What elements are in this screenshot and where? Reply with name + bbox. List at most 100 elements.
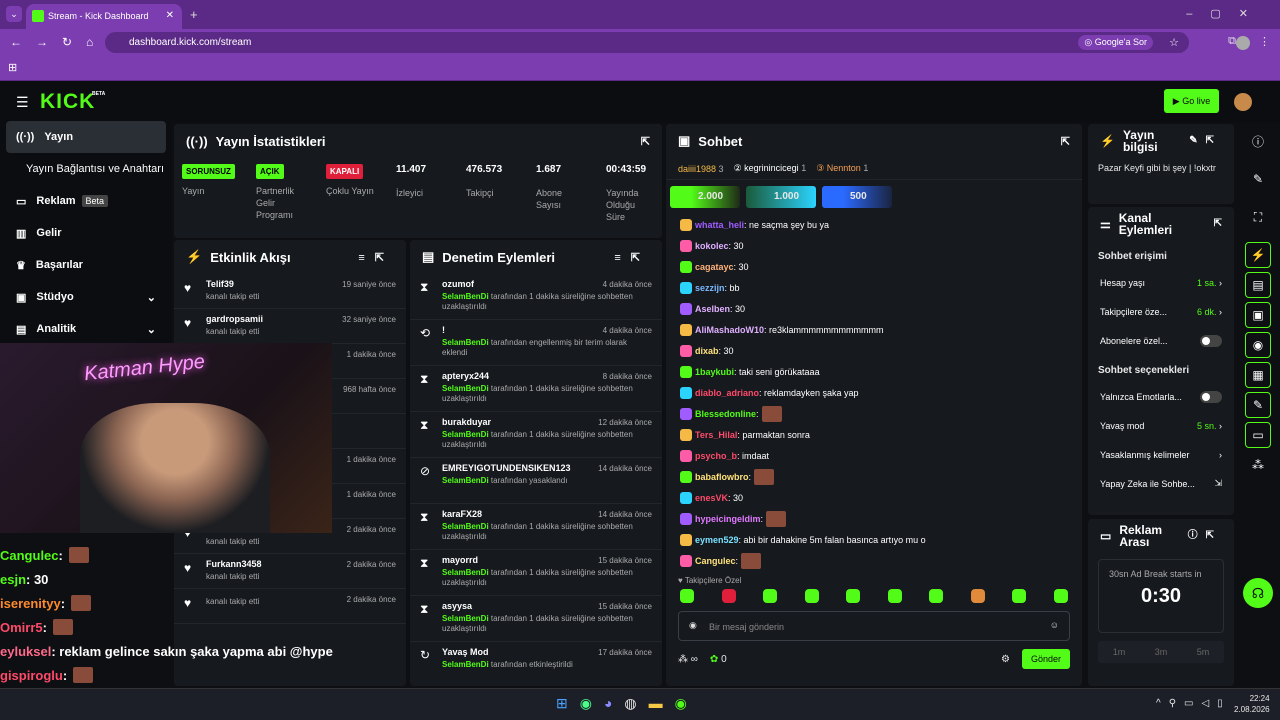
chat-username[interactable]: Blessedonline	[695, 409, 756, 419]
settings-gear-icon[interactable]: ⚙	[1001, 654, 1010, 665]
chat-message[interactable]: kokolec: 30	[666, 235, 1082, 256]
chat-username[interactable]: enesVK	[695, 493, 728, 503]
user-avatar[interactable]	[1234, 93, 1252, 111]
emote-only-row[interactable]: Yalnızca Emotlarla...	[1088, 382, 1234, 411]
sidebar-item-basarilar[interactable]: ♛ Başarılar	[0, 249, 172, 281]
activity-row[interactable]: ♥ gardropsamii kanalı takip etti 32 saniye …	[174, 309, 406, 344]
nav-buttons[interactable]: ←→↻⌂	[10, 35, 107, 49]
apps-grid-icon[interactable]: ⊞	[8, 61, 17, 74]
more-icon[interactable]: ⁂	[1245, 452, 1271, 478]
chat-username[interactable]: whatta_heli	[695, 220, 744, 230]
chat-message[interactable]: 1baykubi: taki seni görükataaa	[666, 361, 1082, 382]
moderation-row[interactable]: ⟲! SelamBenDi tarafından engellenmiş bir …	[410, 320, 662, 366]
moderation-row[interactable]: ⧗ ozumof SelamBenDi tarafından 1 dakika sü…	[410, 274, 662, 320]
sidebar-item-studyo[interactable]: ▣ Stüdyo ⌄	[0, 281, 172, 313]
chat-message[interactable]: Cangulec:	[666, 550, 1082, 571]
gift-goal-1[interactable]: 2.000	[670, 186, 740, 208]
filter-popout-icons[interactable]: ≡⇱	[358, 251, 394, 264]
followers-only-row[interactable]: Takipçilere öze... 6 dk. ›	[1088, 297, 1234, 326]
info-icon[interactable]: ⓘ	[1245, 128, 1271, 154]
moderation-row[interactable]: ↻ Yavaş Mod SelamBenDi tarafından etkinleş…	[410, 642, 662, 686]
moderation-row[interactable]: ⊘ EMREYIGOTUNDENSIKEN123 SelamBenDi tarafı…	[410, 458, 662, 504]
banned-words-row[interactable]: Yasaklanmış kelimeler ›	[1088, 440, 1234, 469]
new-tab-button[interactable]: +	[190, 7, 198, 22]
chat-message[interactable]: cagatayc: 30	[666, 256, 1082, 277]
chat-message[interactable]: dixab: 30	[666, 340, 1082, 361]
moderation-row[interactable]: ⧗ mayorrd SelamBenDi tarafından 1 dakika s…	[410, 550, 662, 596]
bolt-icon[interactable]: ⚡	[1245, 242, 1271, 268]
chat-message[interactable]: eymen529: abi bir dahakine 5m falan bası…	[666, 529, 1082, 550]
support-icon[interactable]: ☊	[1243, 578, 1273, 608]
popout-icon[interactable]: ⇱	[641, 135, 650, 148]
chat-message[interactable]: Ters_Hilal: parmaktan sonra	[666, 424, 1082, 445]
moderation-row[interactable]: ⧗ karaFX28 SelamBenDi tarafından 1 dakika …	[410, 504, 662, 550]
top-gifter-2[interactable]: ② kegrinincicegi 1	[734, 163, 807, 174]
moderation-row[interactable]: ⧗ burakduyar SelamBenDi tarafından 1 dakik…	[410, 412, 662, 458]
star-icon[interactable]: ☆	[1169, 36, 1179, 49]
chat-message[interactable]: psycho_b: imdaat	[666, 445, 1082, 466]
slow-mode-row[interactable]: Yavaş mod 5 sn. ›	[1088, 411, 1234, 440]
sidebar-item-gelir[interactable]: ▥ Gelir	[0, 217, 172, 249]
gift-goal-2[interactable]: 1.000	[746, 186, 816, 208]
subs-only-row[interactable]: Abonelere özel...	[1088, 326, 1234, 355]
chat-message[interactable]: whatta_heli: ne saçma şey bu ya	[666, 214, 1082, 235]
chat-username[interactable]: hypeicingeldim	[695, 514, 761, 524]
chat-message[interactable]: babaflowbro:	[666, 466, 1082, 487]
chat-username[interactable]: Cangulec	[695, 556, 736, 566]
chat-message[interactable]: hypeicingeldim:	[666, 508, 1082, 529]
smiley-icon[interactable]: ☺	[1050, 620, 1059, 630]
browser-tab[interactable]: Stream - Kick Dashboard ✕	[26, 4, 182, 29]
ad-duration-options[interactable]: 1m 3m 5m	[1098, 641, 1224, 663]
sidebar-item-yayin[interactable]: ((·)) Yayın	[6, 121, 166, 153]
chat-username[interactable]: sezzijn	[695, 283, 725, 293]
tray-icons[interactable]: ^⚲▭◁▯	[1156, 698, 1231, 709]
emote-bar[interactable]	[666, 589, 1082, 607]
chat-username[interactable]: Aselben	[695, 304, 730, 314]
chat-input[interactable]: ◉ Bir mesaj gönderin ☺	[678, 611, 1070, 641]
popout-icon[interactable]: ⇱	[1214, 218, 1222, 230]
chat-username[interactable]: AliMashadoW10	[695, 325, 764, 335]
hamburger-icon[interactable]: ☰	[16, 94, 29, 111]
document-icon[interactable]: ▤	[1245, 272, 1271, 298]
moderation-row[interactable]: ⧗ apteryx244 SelamBenDi tarafından 1 dakik…	[410, 366, 662, 412]
emote-picker-icon[interactable]: ◉	[689, 620, 697, 631]
extensions-icon[interactable]: ⧉	[1228, 35, 1236, 48]
chat-username[interactable]: diablo_adriano	[695, 388, 759, 398]
chat-username[interactable]: kokolec	[695, 241, 729, 251]
top-gifter-3[interactable]: ③ Nennton 1	[816, 163, 868, 174]
ai-chat-row[interactable]: Yapay Zeka ile Sohbe... ⇲	[1088, 469, 1234, 498]
wrench-icon[interactable]: ✎	[1245, 392, 1271, 418]
emote-only-toggle[interactable]	[1200, 390, 1222, 403]
popout-icon[interactable]: ⇱	[1061, 135, 1070, 148]
chat-username[interactable]: Ters_Hilal	[695, 430, 737, 440]
chat-username[interactable]: psycho_b	[695, 451, 737, 461]
tab-menu-button[interactable]: ⌄	[6, 6, 22, 22]
top-gifter-1[interactable]: daiiii1988 3	[678, 164, 724, 174]
chat-message[interactable]: sezzijn: bb	[666, 277, 1082, 298]
profile-avatar[interactable]	[1236, 36, 1250, 50]
go-live-button[interactable]: ▶ Go live	[1164, 89, 1219, 113]
chat-message[interactable]: enesVK: 30	[666, 487, 1082, 508]
filter-popout-icons[interactable]: ≡⇱	[614, 251, 650, 264]
moderation-row[interactable]: ⧗ asyysa SelamBenDi tarafından 1 dakika sü…	[410, 596, 662, 642]
sidebar-item-stream-key[interactable]: Yayın Bağlantısı ve Anahtarı	[0, 153, 172, 185]
chat-username[interactable]: eymen529	[695, 535, 739, 545]
close-tab-icon[interactable]: ✕	[166, 10, 174, 21]
chat-icon[interactable]: ▣	[1245, 302, 1271, 328]
clock[interactable]: 22:24 2.08.2026	[1234, 693, 1270, 715]
broadcast-icon[interactable]: ◉	[1245, 332, 1271, 358]
fullscreen-icon[interactable]: ⛶	[1245, 204, 1271, 230]
send-button[interactable]: Gönder	[1021, 649, 1070, 669]
activity-row[interactable]: ♥ Telif39 kanalı takip etti 19 saniye önce	[174, 274, 406, 309]
chat-message[interactable]: Blessedonline:	[666, 403, 1082, 424]
chat-username[interactable]: cagatayc	[695, 262, 734, 272]
chat-message[interactable]: AliMashadoW10: re3klammmmmmmmmmmm	[666, 319, 1082, 340]
window-icon[interactable]: ▭	[1245, 422, 1271, 448]
studio-icon[interactable]: ▦	[1245, 362, 1271, 388]
chat-message[interactable]: Aselben: 30	[666, 298, 1082, 319]
taskbar-apps[interactable]: ⊞ ◉ ◕ ◍ ▬ ◉	[556, 695, 687, 712]
gift-goal-3[interactable]: 500	[822, 186, 892, 208]
edit-icon[interactable]: ✎	[1245, 166, 1271, 192]
window-controls[interactable]: –▢✕	[1186, 7, 1266, 20]
sidebar-item-reklam[interactable]: ▭ Reklam Beta	[0, 185, 172, 217]
